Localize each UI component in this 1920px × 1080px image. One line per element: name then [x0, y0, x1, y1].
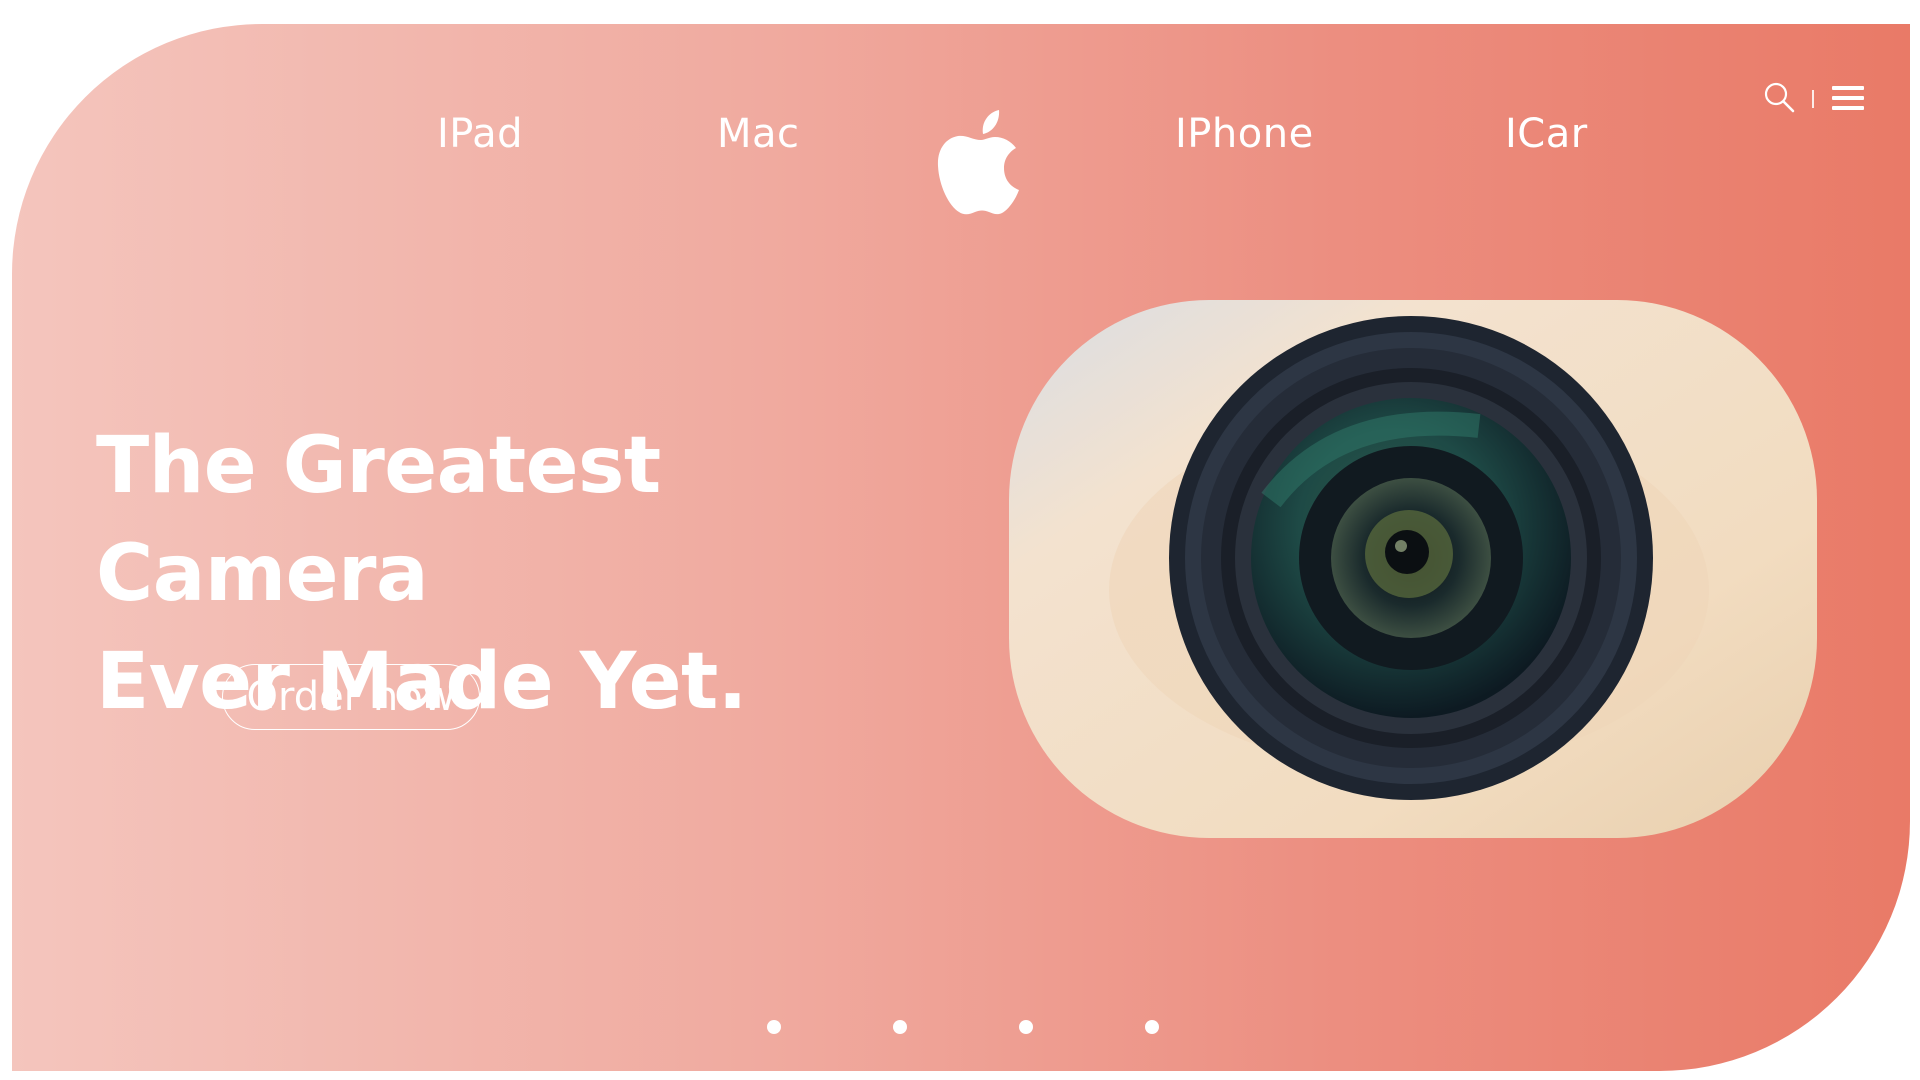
nav-link-mac[interactable]: Mac: [717, 110, 800, 158]
camera-lens-photo: [1009, 300, 1817, 838]
nav-link-iphone[interactable]: IPhone: [1175, 110, 1314, 158]
headline-line-1: The Greatest Camera: [96, 421, 661, 619]
apple-logo-icon[interactable]: [937, 108, 1027, 228]
nav-link-ipad[interactable]: IPad: [437, 110, 523, 158]
hero-banner: IPad Mac IPhone ICar The Greatest Camera…: [12, 24, 1910, 1071]
carousel-dot-1[interactable]: [767, 1020, 781, 1034]
nav-link-icar[interactable]: ICar: [1505, 110, 1588, 158]
toolbar-divider: [1812, 90, 1814, 108]
hamburger-menu-icon[interactable]: [1828, 78, 1868, 118]
order-now-button[interactable]: Order now: [222, 664, 480, 730]
carousel-dot-3[interactable]: [1019, 1020, 1033, 1034]
carousel-dot-4[interactable]: [1145, 1020, 1159, 1034]
search-icon[interactable]: [1760, 78, 1800, 118]
carousel-dot-2[interactable]: [893, 1020, 907, 1034]
